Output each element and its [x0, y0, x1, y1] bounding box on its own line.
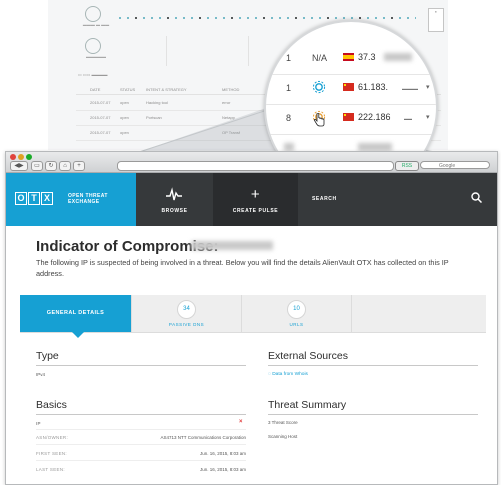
- redacted-ip: [191, 241, 273, 250]
- search-icon[interactable]: [471, 192, 482, 203]
- nav-search-label: SEARCH: [312, 196, 337, 202]
- row-count: 1: [286, 83, 292, 93]
- brand-line: EXCHANGE: [68, 199, 100, 205]
- divider: [268, 365, 478, 366]
- external-sources-heading: External Sources: [268, 350, 348, 362]
- rss-button[interactable]: RSS: [395, 161, 419, 171]
- browser-toolbar: ◀▶ ▭ ↻ ⌂ + RSS Google: [6, 152, 497, 173]
- list-item[interactable]: 8 222.186 ▬▬ ▾: [266, 104, 436, 135]
- threat-score: 3 Threat Score: [268, 420, 298, 425]
- row-reputation: N/A: [312, 53, 328, 63]
- divider: [36, 365, 246, 366]
- whois-link-label: Data from Whois: [272, 372, 308, 377]
- list-item[interactable]: 1 61.183. ▬▬▬▬ ▾: [266, 74, 436, 105]
- address-bar[interactable]: [117, 161, 394, 171]
- tab-label: URLS: [289, 322, 304, 327]
- otx-logo-icon: O T X: [15, 192, 53, 205]
- divider: [268, 414, 478, 415]
- home-icon[interactable]: ⌂: [59, 161, 71, 171]
- pulse-icon: [166, 187, 182, 201]
- last-seen-label: LAST SEEN:: [36, 467, 65, 472]
- tab-count-badge: 10: [287, 300, 306, 319]
- threat-type: Scanning Host: [268, 434, 298, 439]
- brand-logo[interactable]: O T X OPEN THREAT EXCHANGE: [6, 173, 136, 226]
- browser-window: ◀▶ ▭ ↻ ⌂ + RSS Google O T X OPEN THREAT …: [5, 151, 498, 485]
- type-value: IPv4: [36, 372, 46, 377]
- nav-browse-label: BROWSE: [161, 208, 188, 214]
- divider: [36, 429, 246, 430]
- row-extra: ▬▬▬▬: [402, 86, 418, 91]
- nav-search[interactable]: SEARCH: [298, 173, 497, 226]
- nav-create-label: CREATE PULSE: [232, 208, 279, 214]
- minimize-window-button[interactable]: [18, 154, 24, 160]
- tab-passive-dns[interactable]: 34 PASSIVE DNS: [132, 295, 242, 332]
- detail-tabs: GENERAL DETAILS 34 PASSIVE DNS 10 URLS: [20, 295, 486, 338]
- first-seen-label: FIRST SEEN:: [36, 451, 67, 456]
- row-count: 8: [286, 113, 292, 123]
- flag-icon: [343, 53, 354, 61]
- threat-summary-heading: Threat Summary: [268, 399, 347, 411]
- divider: [36, 444, 246, 445]
- asn-value: AS4713 NTT Communications Corporation: [160, 435, 246, 440]
- search-placeholder: Google: [439, 163, 456, 169]
- nav-create-pulse[interactable]: + CREATE PULSE: [213, 173, 298, 226]
- first-seen-value: Jun. 16, 2015, 8:03 am: [199, 451, 246, 456]
- logo-letter: T: [28, 192, 40, 205]
- nav-browse[interactable]: BROWSE: [136, 173, 213, 226]
- ip-label: IP: [36, 421, 41, 426]
- last-seen-value: Jun. 16, 2015, 8:03 am: [199, 467, 246, 472]
- type-heading: Type: [36, 350, 59, 362]
- whois-link[interactable]: ◌ Data from Whois: [268, 372, 308, 377]
- asn-label: ASN/OWNER:: [36, 435, 69, 440]
- tab-general-details[interactable]: GENERAL DETAILS: [20, 295, 132, 338]
- divider: [36, 460, 246, 461]
- chevron-down-icon[interactable]: ▾: [426, 83, 430, 91]
- reload-button[interactable]: ↻: [45, 161, 57, 171]
- gear-icon[interactable]: [312, 80, 326, 94]
- site-header: O T X OPEN THREAT EXCHANGE BROWSE + CREA…: [6, 173, 497, 226]
- row-ip: 222.186: [358, 112, 391, 122]
- divider: [36, 414, 246, 415]
- plus-icon: +: [250, 186, 261, 203]
- page-description: The following IP is suspected of being i…: [36, 258, 449, 278]
- row-extra: ▬▬: [404, 116, 412, 121]
- flag-icon: [343, 83, 354, 91]
- row-ip: 61.183.: [358, 82, 389, 92]
- chevron-down-icon[interactable]: ▾: [426, 113, 430, 121]
- share-button[interactable]: ▭: [31, 161, 43, 171]
- tab-urls[interactable]: 10 URLS: [242, 295, 352, 332]
- tab-count-badge: 34: [177, 300, 196, 319]
- close-icon[interactable]: ×: [239, 419, 243, 425]
- search-input[interactable]: Google: [420, 161, 490, 169]
- add-bookmark-button[interactable]: +: [73, 161, 85, 171]
- tab-label: PASSIVE DNS: [168, 322, 205, 327]
- logo-letter: X: [41, 192, 53, 205]
- close-window-button[interactable]: [10, 154, 16, 160]
- zoom-window-button[interactable]: [26, 154, 32, 160]
- flag-icon: [343, 113, 354, 121]
- list-item[interactable]: 1 N/A 37.3: [266, 44, 436, 75]
- redacted-text: [358, 143, 392, 151]
- redacted-text: [284, 143, 294, 151]
- row-count: 1: [286, 53, 292, 63]
- row-ip: 37.3: [358, 52, 376, 62]
- pointer-hand-icon: [313, 113, 325, 127]
- redacted-text: [384, 53, 412, 61]
- back-forward-button[interactable]: ◀▶: [10, 161, 28, 171]
- basics-heading: Basics: [36, 399, 67, 411]
- tab-label: GENERAL DETAILS: [46, 310, 105, 316]
- logo-letter: O: [15, 192, 27, 205]
- brand-name: OPEN THREAT EXCHANGE: [68, 193, 108, 205]
